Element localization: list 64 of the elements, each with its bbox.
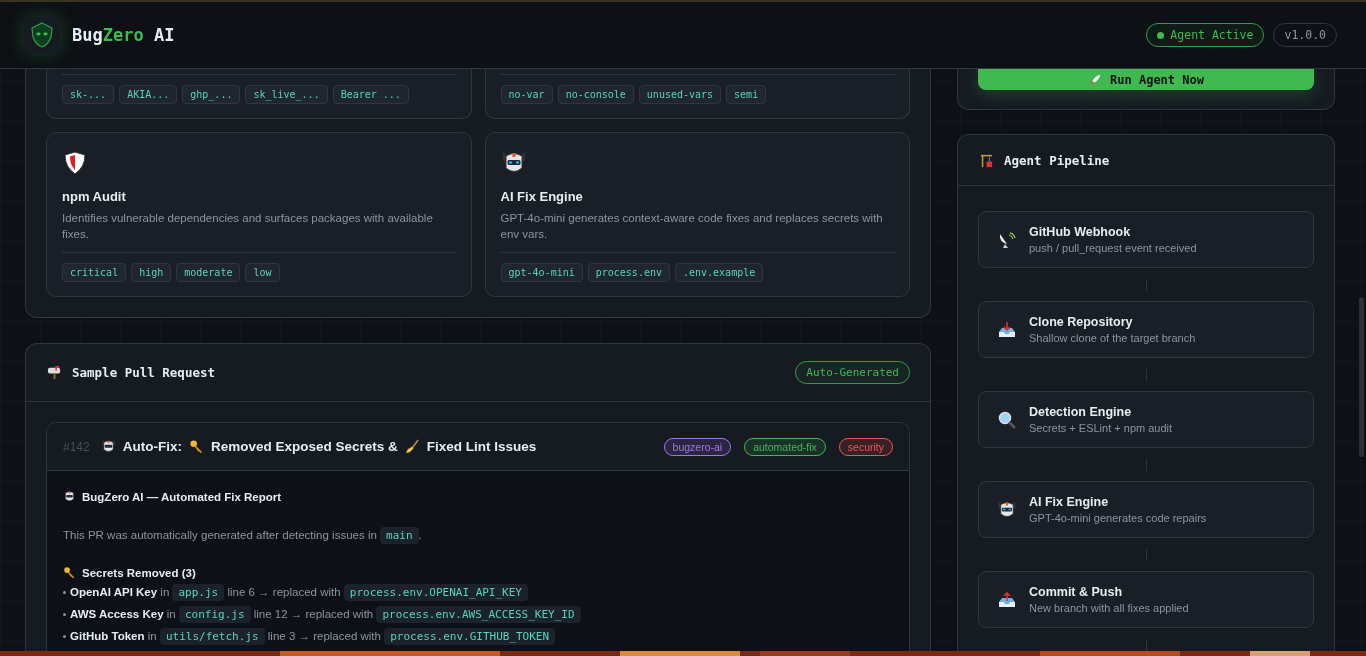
pattern-tag: high	[131, 263, 172, 282]
pattern-tag: low	[245, 263, 280, 282]
feature-description: Identifies vulnerable dependencies and surfaces packages with available fixes.	[62, 211, 434, 242]
pattern-tag: Bearer ...	[332, 85, 409, 104]
secret-item: AWS Access Key in config.js line 12 → replaced with process.env.AWS_ACCESS_KEY_ID	[63, 608, 893, 623]
pattern-tag: gpt-4o-mini	[500, 263, 583, 282]
key-icon	[63, 566, 76, 579]
report-intro: This PR was automatically generated after detecting issues in main .	[63, 529, 423, 542]
step-title: AI Fix Engine	[1029, 495, 1110, 509]
secret-item: OpenAI API Key in app.js line 6 → replaced with process.env.OPENAI_API_KEY	[63, 586, 893, 601]
step-title: Commit & Push	[1029, 585, 1124, 599]
pr-label: bugzero-ai	[663, 437, 732, 456]
key-icon	[188, 439, 204, 454]
pr-label: automated-fix	[744, 437, 826, 456]
outbox-tray-icon	[997, 589, 1017, 610]
pattern-tag: sk_live_...	[245, 85, 328, 104]
report-heading: BugZero AI — Automated Fix Report	[82, 490, 282, 503]
pr-title-text: Removed Exposed Secrets &	[210, 439, 398, 454]
panel-title: Sample Pull Request	[72, 365, 215, 380]
pattern-tag: process.env	[587, 263, 670, 282]
auto-generated-badge: Auto-Generated	[795, 361, 910, 384]
pr-title-text: Auto-Fix:	[122, 439, 182, 454]
agent-status: Agent Active	[1146, 23, 1265, 47]
robot-icon	[63, 490, 76, 503]
pattern-tag: semi	[726, 85, 767, 104]
pattern-tag: AKIA...	[119, 85, 178, 104]
logo-icon	[24, 17, 60, 53]
app-title: BugZero AI	[72, 25, 175, 45]
pattern-tag: no-var	[500, 85, 553, 104]
step-description: GPT-4o-mini generates code repairs	[1029, 512, 1207, 524]
pr-label: security	[838, 437, 893, 456]
pr-title-text: Fixed Lint Issues	[426, 439, 537, 454]
feature-title: npm Audit	[62, 189, 127, 204]
crane-icon	[979, 152, 994, 168]
step-description: New branch with all fixes applied	[1029, 602, 1189, 614]
secrets-heading: Secrets Removed (3)	[82, 566, 196, 579]
feature-description: GPT-4o-mini generates context-aware code fixes and replaces secrets with env vars.	[500, 211, 884, 242]
pattern-tag: .env.example	[674, 263, 764, 282]
rocket-icon	[1088, 72, 1103, 87]
scrollbar-thumb[interactable]	[1359, 297, 1364, 457]
robot-icon	[997, 499, 1017, 520]
shield-icon	[62, 150, 88, 176]
step-description: Shallow clone of the target branch	[1029, 332, 1196, 344]
robot-icon	[100, 439, 116, 454]
search-icon	[997, 409, 1017, 430]
run-agent-button[interactable]: Run Agent Now	[978, 69, 1314, 90]
step-description: push / pull_request event received	[1029, 242, 1197, 254]
pattern-tag: ghp_...	[182, 85, 241, 104]
pattern-tag: no-console	[557, 85, 634, 104]
step-title: Detection Engine	[1029, 405, 1133, 419]
mailbox-icon	[47, 365, 62, 380]
pattern-tag: moderate	[176, 263, 241, 282]
satellite-dish-icon	[997, 229, 1017, 250]
broom-icon	[404, 439, 420, 454]
pattern-tag: critical	[62, 263, 127, 282]
secret-item: GitHub Token in utils/fetch.js line 3 → replaced with process.env.GITHUB_TOKEN	[63, 630, 893, 645]
step-description: Secrets + ESLint + npm audit	[1029, 422, 1173, 434]
pattern-tag: unused-vars	[638, 85, 722, 104]
pattern-tag: sk-...	[62, 85, 115, 104]
inbox-tray-icon	[997, 319, 1017, 340]
panel-title: Agent Pipeline	[1004, 152, 1110, 168]
step-title: Clone Repository	[1029, 315, 1134, 329]
feature-title: AI Fix Engine	[500, 189, 584, 204]
step-title: GitHub Webhook	[1029, 225, 1132, 239]
